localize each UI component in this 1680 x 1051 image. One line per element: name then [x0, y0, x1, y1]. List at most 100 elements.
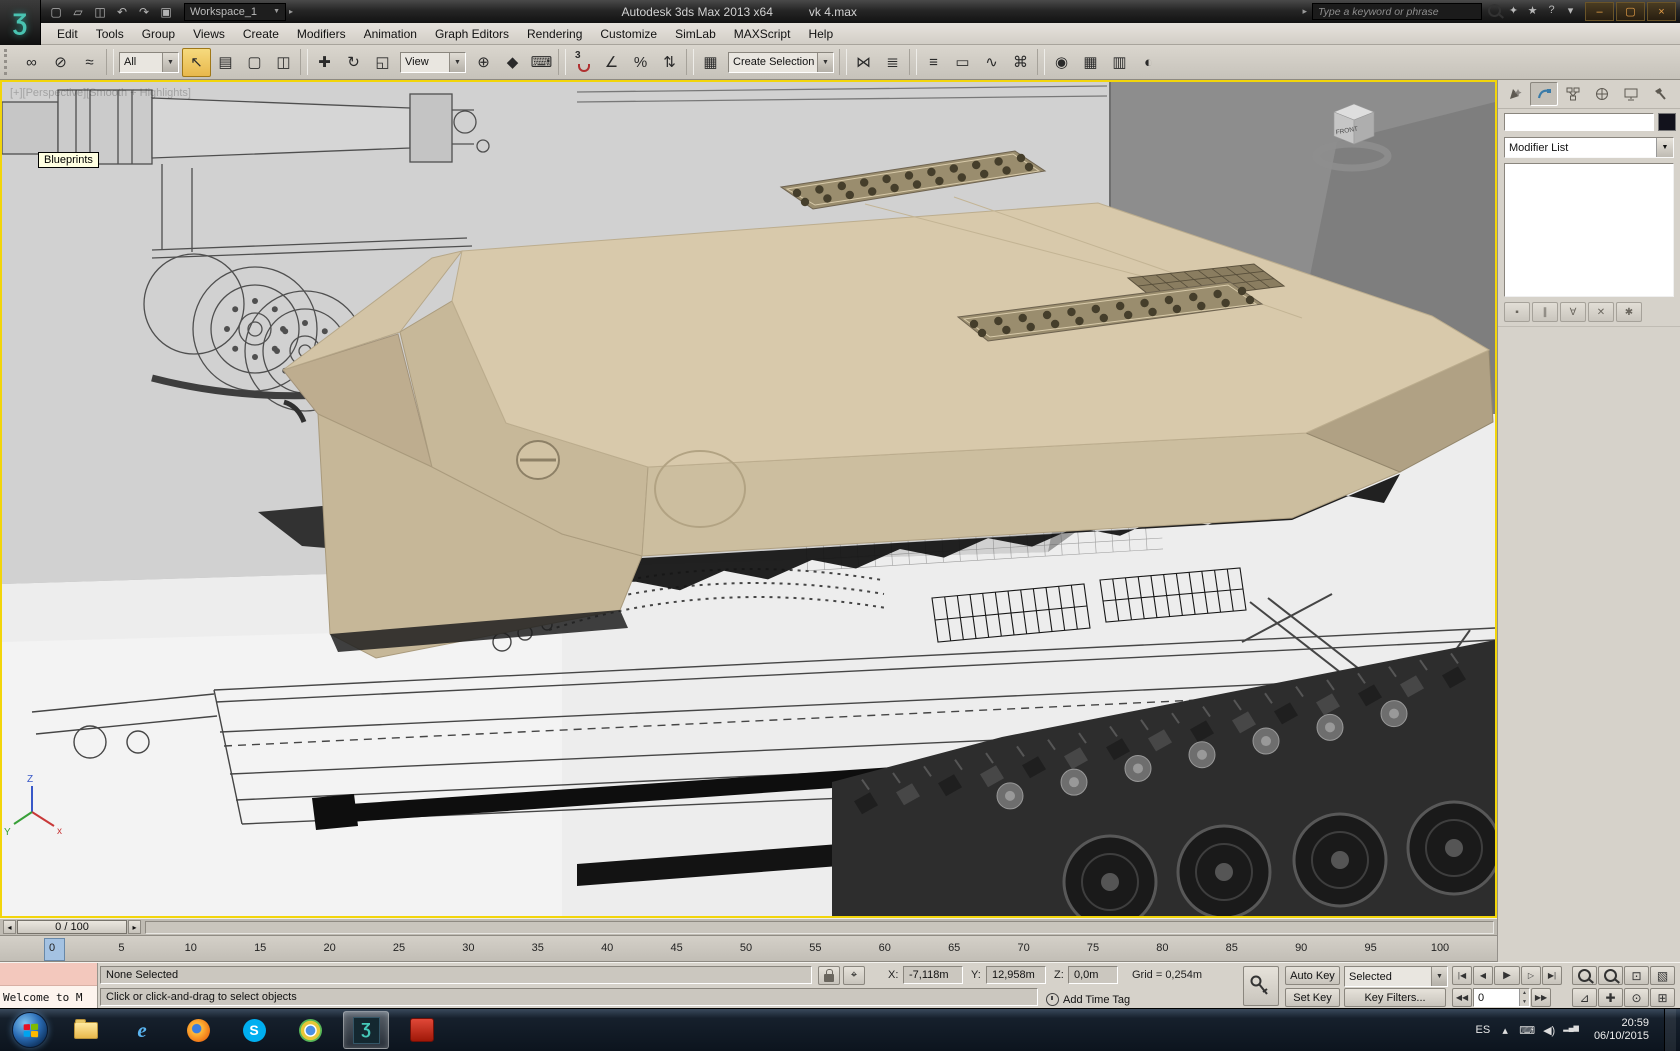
time-slider-prev-arrow[interactable]: ◂	[3, 920, 16, 934]
pan-icon[interactable]: ✚	[1598, 988, 1623, 1007]
bind-to-space-warp-icon[interactable]: ≈	[75, 48, 104, 77]
select-object-icon[interactable]: ↖	[182, 48, 211, 77]
close-button[interactable]: ×	[1647, 2, 1676, 21]
redo-icon[interactable]: ↷	[134, 3, 154, 21]
rectangular-selection-region-icon[interactable]: ▢	[240, 48, 269, 77]
key-filters-button[interactable]: Key Filters...	[1344, 988, 1446, 1007]
search-history-arrow-icon[interactable]: ▸	[1302, 6, 1307, 17]
maximize-button[interactable]: ▢	[1616, 2, 1645, 21]
x-coordinate-field[interactable]: -7,118m	[903, 966, 963, 984]
listener-lane[interactable]: Welcome to M	[0, 986, 97, 1009]
selection-filter-dropdown[interactable]: All▼	[119, 52, 179, 73]
menu-edit[interactable]: Edit	[48, 27, 87, 41]
window-crossing-icon[interactable]: ◫	[269, 48, 298, 77]
snaps-toggle-icon[interactable]: 3	[568, 48, 597, 77]
undo-icon[interactable]: ↶	[112, 3, 132, 21]
material-editor-icon[interactable]: ◉	[1047, 48, 1076, 77]
save-file-icon[interactable]: ◫	[90, 3, 110, 21]
previous-key-button[interactable]: ◀◀	[1452, 988, 1472, 1007]
configure-modifier-sets-button[interactable]: ✱	[1616, 302, 1642, 322]
menu-views[interactable]: Views	[184, 27, 234, 41]
percent-snap-toggle-icon[interactable]: %	[626, 48, 655, 77]
set-key-button[interactable]: Set Key	[1285, 988, 1340, 1007]
menu-maxscript[interactable]: MAXScript	[725, 27, 800, 41]
show-desktop-button[interactable]	[1664, 1009, 1676, 1051]
mirror-icon[interactable]: ⋈	[849, 48, 878, 77]
perspective-viewport[interactable]: FRONT Z x Y [+][Perspective][Smooth + Hi…	[0, 80, 1497, 918]
set-key-mode-button[interactable]	[1243, 966, 1279, 1006]
maxscript-mini-listener[interactable]: Welcome to M	[0, 963, 98, 1009]
edit-named-selection-sets-icon[interactable]: ▦	[696, 48, 725, 77]
favorites-star-icon[interactable]: ★	[1523, 4, 1542, 20]
y-coordinate-field[interactable]: 12,958m	[986, 966, 1046, 984]
new-file-icon[interactable]: ▢	[46, 3, 66, 21]
select-and-manipulate-icon[interactable]: ◆	[498, 48, 527, 77]
select-and-move-icon[interactable]: ✚	[310, 48, 339, 77]
unlink-selection-icon[interactable]: ⊘	[46, 48, 75, 77]
help-icon[interactable]: ?	[1542, 4, 1561, 20]
select-by-name-icon[interactable]: ▤	[211, 48, 240, 77]
play-button[interactable]: ▶	[1494, 966, 1520, 985]
select-and-scale-icon[interactable]: ◱	[368, 48, 397, 77]
hidden-icons-arrow[interactable]: ▴	[1499, 1024, 1511, 1037]
zoom-all-icon[interactable]	[1598, 966, 1623, 985]
create-tab[interactable]	[1501, 82, 1529, 106]
frame-spinner[interactable]: ▲ ▼	[1519, 989, 1529, 1006]
menu-group[interactable]: Group	[133, 27, 184, 41]
layer-manager-icon[interactable]: ≡	[919, 48, 948, 77]
next-key-button[interactable]: ▶▶	[1531, 988, 1551, 1007]
spinner-down-icon[interactable]: ▼	[1519, 998, 1529, 1007]
time-slider-next-arrow[interactable]: ▸	[128, 920, 141, 934]
selection-lock-toggle[interactable]	[818, 966, 840, 985]
go-to-end-button[interactable]: ▶|	[1542, 966, 1562, 985]
chrome-taskbar-button[interactable]	[287, 1011, 333, 1049]
menu-tools[interactable]: Tools	[87, 27, 133, 41]
network-tray-icon[interactable]: ▂▄▆	[1563, 1024, 1579, 1037]
red-app-taskbar-button[interactable]	[399, 1011, 445, 1049]
help-dropdown-arrow-icon[interactable]: ▾	[1561, 4, 1580, 20]
internet-explorer-taskbar-button[interactable]	[119, 1011, 165, 1049]
modifier-stack-list[interactable]	[1504, 163, 1674, 297]
spinner-up-icon[interactable]: ▲	[1519, 989, 1529, 998]
taskbar-clock[interactable]: 20:59 06/10/2015	[1594, 1017, 1649, 1043]
start-button[interactable]	[12, 1012, 48, 1048]
ribbon-toggle-icon[interactable]: ▭	[948, 48, 977, 77]
menu-graph-editors[interactable]: Graph Editors	[426, 27, 518, 41]
search-icon[interactable]	[1485, 4, 1504, 20]
pin-stack-button[interactable]: ▪	[1504, 302, 1530, 322]
show-end-result-button[interactable]: ∥	[1532, 302, 1558, 322]
curve-editor-icon[interactable]: ∿	[977, 48, 1006, 77]
track-bar[interactable]: 0510152025303540455055606570758085909510…	[0, 936, 1497, 962]
firefox-taskbar-button[interactable]	[175, 1011, 221, 1049]
macro-recorder-lane[interactable]	[0, 963, 97, 986]
workspace-flyout-arrow-icon[interactable]: ▸	[289, 7, 293, 16]
menu-help[interactable]: Help	[799, 27, 842, 41]
zoom-region-icon[interactable]: ▧	[1650, 966, 1675, 985]
schematic-view-icon[interactable]: ⌘	[1006, 48, 1035, 77]
next-frame-button[interactable]: ▷	[1521, 966, 1541, 985]
object-color-swatch[interactable]	[1658, 113, 1676, 131]
go-to-start-button[interactable]: |◀	[1452, 966, 1472, 985]
workspace-dropdown[interactable]: Workspace_1 ▼	[184, 3, 286, 21]
project-folder-icon[interactable]: ▣	[156, 3, 176, 21]
auto-key-button[interactable]: Auto Key	[1285, 966, 1340, 985]
named-selection-sets-dropdown[interactable]: Create Selection Se▼	[728, 52, 834, 73]
remove-modifier-button[interactable]: ✕	[1588, 302, 1614, 322]
make-unique-button[interactable]: ∀	[1560, 302, 1586, 322]
select-and-rotate-icon[interactable]: ↻	[339, 48, 368, 77]
spinner-snap-toggle-icon[interactable]: ⇅	[655, 48, 684, 77]
object-name-input[interactable]	[1504, 113, 1654, 131]
communication-center-icon[interactable]: ✦	[1504, 4, 1523, 20]
zoom-extents-icon[interactable]: ⊡	[1624, 966, 1649, 985]
menu-rendering[interactable]: Rendering	[518, 27, 591, 41]
add-time-tag[interactable]: Add Time Tag	[1046, 990, 1130, 1009]
menu-create[interactable]: Create	[234, 27, 288, 41]
render-setup-icon[interactable]: ▦	[1076, 48, 1105, 77]
viewport-canvas[interactable]: FRONT Z x Y	[2, 82, 1495, 916]
skype-taskbar-button[interactable]	[231, 1011, 277, 1049]
modify-tab[interactable]	[1530, 82, 1558, 106]
previous-frame-button[interactable]: ◀	[1473, 966, 1493, 985]
explorer-taskbar-button[interactable]	[63, 1011, 109, 1049]
field-of-view-icon[interactable]: ⊿	[1572, 988, 1597, 1007]
display-tab[interactable]	[1617, 82, 1645, 106]
